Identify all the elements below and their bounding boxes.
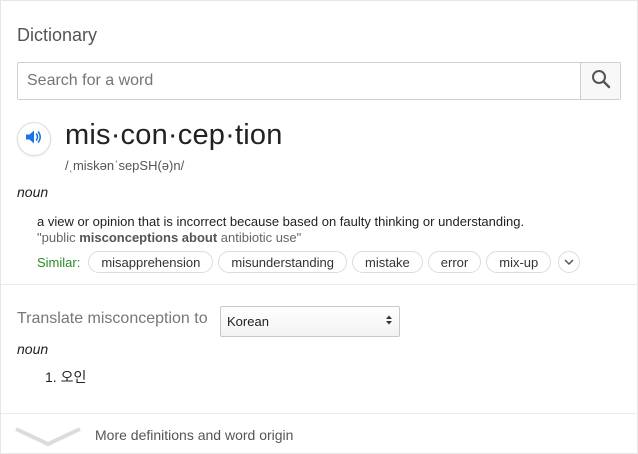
definition-text: a view or opinion that is incorrect beca… <box>37 214 525 229</box>
similar-words-row: Similar: misapprehension misunderstandin… <box>37 250 581 274</box>
similar-label: Similar: <box>37 254 81 270</box>
search-box <box>17 62 621 100</box>
part-of-speech: noun <box>17 184 49 200</box>
similar-chip-misunderstanding[interactable]: misunderstanding <box>218 251 347 273</box>
footer-divider <box>1 413 638 414</box>
expand-similar-button[interactable] <box>558 251 581 273</box>
translate-label: Translate misconception to <box>17 310 208 327</box>
headword: mis·con·cep·tion <box>65 119 283 151</box>
similar-chip-mix-up[interactable]: mix-up <box>486 251 552 273</box>
chevron-down-icon[interactable] <box>15 425 81 452</box>
search-input[interactable] <box>18 63 580 99</box>
translation-result: 1. 오인 <box>45 369 87 385</box>
example-highlight: misconceptions about <box>79 230 218 245</box>
card-title: Dictionary <box>17 25 98 45</box>
example-close: antibiotic use" <box>217 230 302 245</box>
language-select-value: Korean <box>227 314 269 329</box>
pronunciation-button[interactable] <box>17 122 51 156</box>
translation-part-of-speech: noun <box>17 341 49 357</box>
more-definitions-link[interactable]: More definitions and word origin <box>95 427 293 443</box>
select-arrows-icon <box>385 314 393 329</box>
search-icon <box>591 69 611 94</box>
dictionary-card: Dictionary mis·con·cep·tion /ˌmiskənˈsep… <box>0 0 638 454</box>
similar-chip-misapprehension[interactable]: misapprehension <box>88 251 214 273</box>
similar-chip-mistake[interactable]: mistake <box>351 251 423 273</box>
speaker-icon <box>25 129 43 150</box>
search-button[interactable] <box>580 63 620 99</box>
example-sentence: "public misconceptions about antibiotic … <box>37 230 301 245</box>
language-select[interactable]: Korean <box>220 306 400 337</box>
example-open: "public <box>37 230 80 245</box>
phonetic-spelling: /ˌmiskənˈsepSH(ə)n/ <box>65 158 185 173</box>
chevron-down-icon <box>564 253 574 271</box>
section-divider <box>1 284 638 285</box>
similar-chip-error[interactable]: error <box>427 251 482 273</box>
